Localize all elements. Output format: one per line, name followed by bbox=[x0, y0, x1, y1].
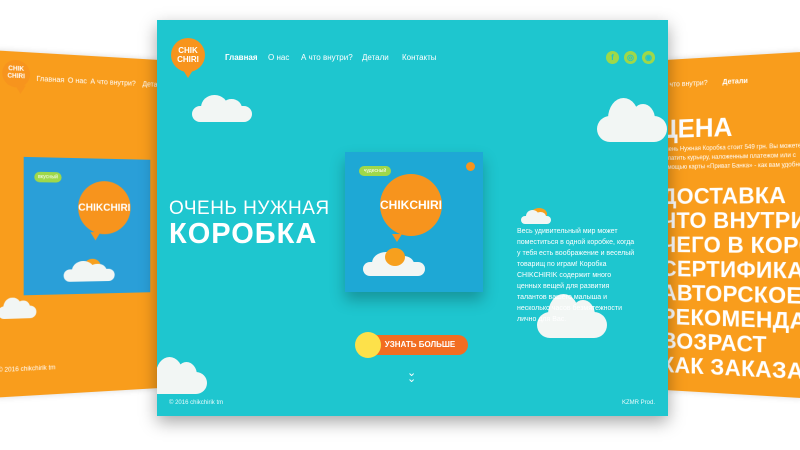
list-item[interactable]: КАК ЗАКАЗАТЬ bbox=[665, 352, 800, 387]
cloud-decoration bbox=[157, 356, 207, 394]
logo[interactable]: CHIK CHIRI bbox=[2, 59, 31, 88]
price-description: Очень Нужная Коробка стоит 549 грн. Вы м… bbox=[665, 143, 800, 172]
main-page-preview: CHIK CHIRI Главная О нас А что внутри? Д… bbox=[157, 20, 668, 416]
right-page-preview: А что внутри? Детали ЦЕНА Очень Нужная К… bbox=[665, 51, 800, 399]
box-logo: CHIKCHIRI bbox=[78, 180, 131, 235]
list-item[interactable]: ДОСТАВКА bbox=[665, 182, 786, 210]
footer-copyright: © 2016 chikchirik tm bbox=[169, 400, 224, 406]
box-tag: вкусный bbox=[34, 171, 62, 183]
nav-details[interactable]: Детали bbox=[362, 53, 389, 62]
product-box-image: вкусный CHIKCHIRI bbox=[23, 156, 151, 296]
description-text: Весь удивительный мир может поместиться … bbox=[517, 228, 635, 323]
scroll-down-icon[interactable]: ⌄ ⌄ bbox=[407, 368, 416, 385]
nav-inside[interactable]: А что внутри? bbox=[301, 53, 353, 62]
badge-icon bbox=[466, 162, 475, 171]
right-nav: А что внутри? Детали bbox=[665, 52, 800, 89]
instagram-icon[interactable]: ◎ bbox=[624, 51, 637, 64]
nav-about[interactable]: О нас bbox=[68, 77, 87, 85]
price-heading: ЦЕНА bbox=[665, 111, 733, 145]
left-nav: Главная О нас А что внутри? Детали bbox=[0, 50, 160, 90]
product-box-image: чудесный CHIKCHIRI bbox=[345, 152, 483, 292]
nav-contacts[interactable]: Контакты bbox=[402, 53, 437, 62]
cloud-decoration bbox=[521, 210, 551, 224]
info-list: ДОСТАВКА ЧТО ВНУТРИ? ЧЕГО В КОРОБКЕ СЕРТ… bbox=[665, 52, 800, 386]
page-title-line2: КОРОБКА bbox=[169, 218, 318, 250]
cloud-decoration bbox=[0, 305, 37, 320]
globe-icon[interactable]: ◉ bbox=[642, 51, 655, 64]
nav-home[interactable]: Главная bbox=[36, 76, 64, 85]
page-title-line1: ОЧЕНЬ НУЖНАЯ bbox=[169, 198, 330, 219]
nav-home[interactable]: Главная bbox=[225, 53, 258, 62]
nav-about[interactable]: О нас bbox=[268, 53, 289, 62]
box-tag: чудесный bbox=[359, 166, 391, 176]
footer-credit: KZMR Prod. bbox=[622, 400, 656, 406]
magnifier-icon[interactable] bbox=[355, 332, 381, 358]
nav-inside[interactable]: А что внутри? bbox=[665, 80, 708, 89]
nav-inside[interactable]: А что внутри? bbox=[90, 78, 135, 87]
footer-copyright: © 2016 chikchirik tm bbox=[0, 365, 56, 375]
cloud-decoration bbox=[192, 94, 252, 122]
nav-details[interactable]: Детали bbox=[722, 78, 747, 86]
facebook-icon[interactable]: f bbox=[606, 51, 619, 64]
cloud-decoration bbox=[597, 97, 667, 142]
logo[interactable]: CHIK CHIRI bbox=[171, 38, 205, 78]
left-page-preview: CHIK CHIRI Главная О нас А что внутри? Д… bbox=[0, 50, 161, 398]
list-item[interactable]: ЧТО ВНУТРИ? bbox=[665, 207, 800, 234]
cloud-decoration bbox=[63, 268, 115, 282]
bird-icon bbox=[385, 248, 405, 266]
box-logo: CHIKCHIRI bbox=[380, 174, 442, 242]
